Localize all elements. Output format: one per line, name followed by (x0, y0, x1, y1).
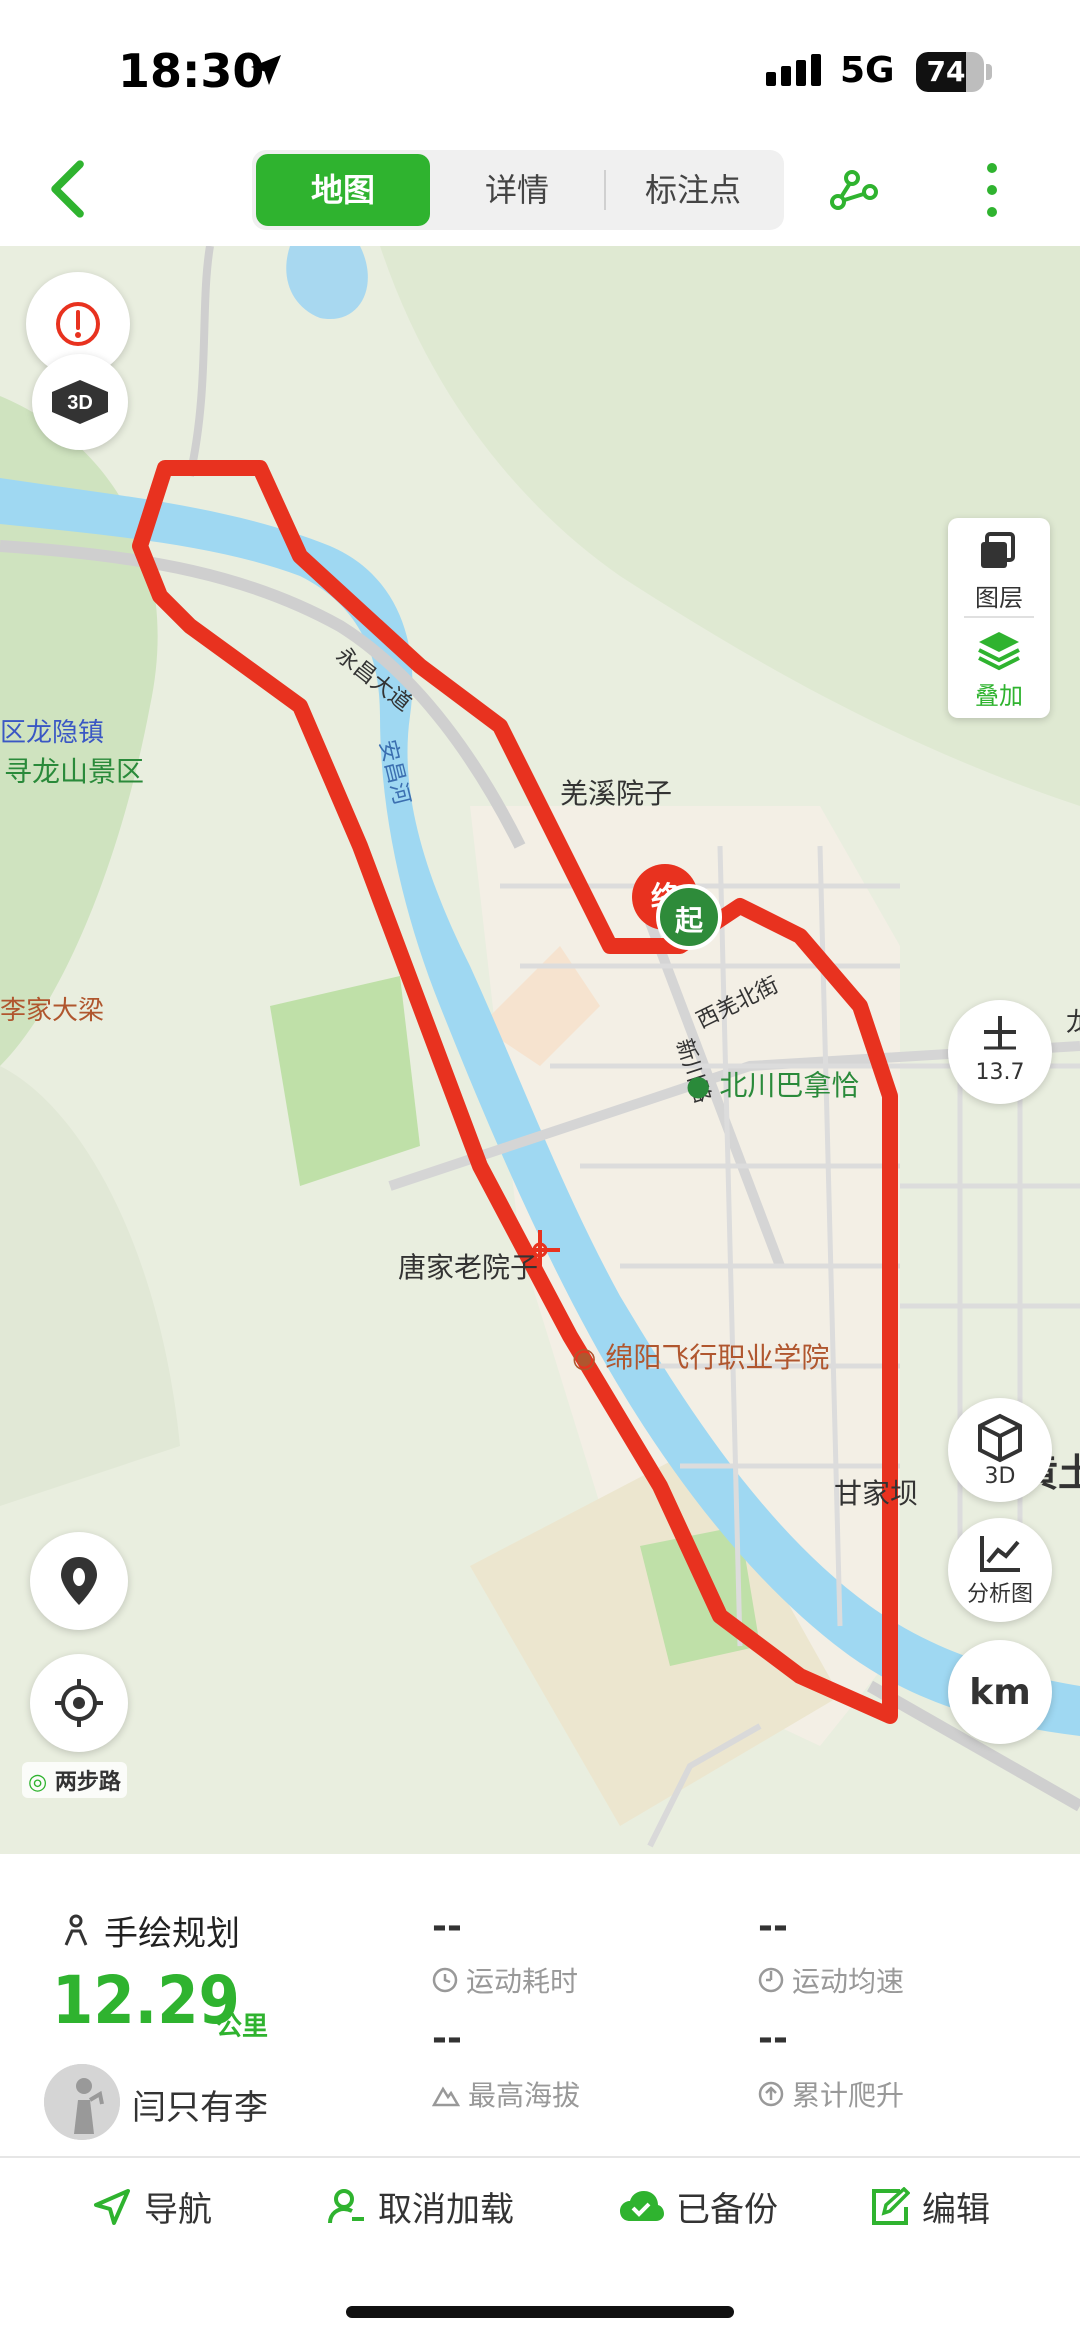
cloud-check-icon (620, 2190, 664, 2221)
clock: 18:30 (118, 44, 265, 98)
zoom-level: 13.7 (975, 1060, 1025, 1085)
analysis-chart-button[interactable]: 分析图 (948, 1518, 1052, 1622)
poi-market-text: 北川巴拿恰 (719, 1069, 860, 1102)
brand-logo-icon: ◎ (28, 1770, 48, 1795)
map-label-poi-market: ● 北川巴拿恰 (686, 1069, 860, 1102)
map-label-poi-academy: ◉ 绵阳飞行职业学院 (572, 1341, 830, 1374)
speedometer-icon (758, 1967, 784, 1993)
edit-pencil-icon (872, 2186, 910, 2225)
more-vertical-icon[interactable] (980, 160, 1004, 220)
stat-altitude-label: 最高海拔 (468, 2079, 581, 2112)
stat-speed-label: 运动均速 (792, 1965, 905, 1998)
map-layers-panel: 图层 叠加 (948, 518, 1050, 718)
overlay-button[interactable]: 叠加 (948, 628, 1050, 711)
layers-button[interactable]: 图层 (948, 530, 1050, 613)
backup-status-label: 已备份 (676, 2190, 778, 2230)
layers-label: 图层 (975, 584, 1023, 612)
analysis-chart-label: 分析图 (966, 1582, 1033, 1607)
unload-track-button[interactable]: 取消加载 (326, 2182, 514, 2231)
navigate-button[interactable]: 导航 (92, 2182, 212, 2231)
zoom-plus-icon (984, 1016, 1016, 1050)
three-d-view-button[interactable]: 3D (32, 354, 128, 450)
zoom-button[interactable]: 13.7 (948, 1000, 1052, 1104)
unit-label: km (969, 1671, 1031, 1713)
tab-details[interactable]: 详情 (430, 154, 604, 226)
edit-button[interactable]: 编辑 (870, 2182, 990, 2231)
network-type: 5G (840, 50, 895, 91)
back-chevron-icon[interactable] (40, 158, 92, 220)
start-marker[interactable]: 起 (656, 884, 722, 950)
backup-status-button[interactable]: 已备份 (618, 2182, 778, 2231)
stat-climb-label: 累计爬升 (792, 2079, 905, 2112)
plan-type: 手绘规划 (58, 1906, 240, 1955)
track-distance: 12.29 (52, 1962, 240, 2039)
climb-up-icon (758, 2081, 784, 2107)
stat-speed-value: -- (758, 1906, 788, 1947)
map-label-scenic: 寻龙山景区 (4, 755, 145, 788)
unit-toggle-button[interactable]: km (948, 1640, 1052, 1744)
avatar[interactable] (44, 2064, 120, 2140)
stat-altitude: 最高海拔 (432, 2074, 580, 2114)
stat-speed: 运动均速 (758, 1960, 904, 2000)
battery-icon: 74 (916, 52, 984, 92)
map-label-edge: 龙 (1066, 1008, 1080, 1038)
map-label-town: 区龙隐镇 (0, 718, 105, 748)
overlay-stack-icon (978, 632, 1020, 671)
clock-icon (432, 1967, 458, 1993)
distance-unit: 公里 (216, 2012, 269, 2042)
tab-map[interactable]: 地图 (256, 154, 430, 226)
plan-type-label: 手绘规划 (104, 1914, 240, 1954)
stat-duration-value: -- (432, 1906, 462, 1947)
stat-duration-label: 运动耗时 (466, 1965, 579, 1998)
map-canvas (0, 246, 1080, 1854)
mountain-peak-icon (432, 2086, 460, 2107)
stat-altitude-value: -- (432, 2018, 462, 2059)
author-name[interactable]: 闫只有李 (132, 2080, 268, 2129)
status-bar: 18:30 5G 74 (0, 0, 1080, 140)
overlay-label: 叠加 (975, 682, 1023, 710)
map-label-village: 羌溪院子 (560, 777, 673, 810)
avatar-hiker-image (44, 2064, 120, 2140)
locate-me-button[interactable] (30, 1654, 128, 1752)
layer-panel-divider (964, 616, 1034, 618)
three-d-terrain-button[interactable]: 3D (948, 1398, 1052, 1502)
route-nodes-icon[interactable] (826, 162, 882, 218)
poi-academy-text: 绵阳飞行职业学院 (605, 1341, 830, 1374)
tab-markers[interactable]: 标注点 (606, 154, 780, 226)
panel-divider (0, 2156, 1080, 2158)
navigation-arrow-icon (94, 2188, 130, 2225)
map-label-village-li: 李家大梁 (0, 996, 105, 1026)
map-label-village-tang: 唐家老院子 (398, 1251, 539, 1284)
home-indicator (346, 2306, 734, 2318)
three-d-terrain-label: 3D (984, 1463, 1016, 1489)
footprint-pin-icon (61, 1557, 97, 1605)
brand-watermark: ◎ 两步路 (22, 1762, 127, 1798)
crosshair-locate-icon (55, 1679, 103, 1727)
battery-cap (986, 64, 992, 80)
map-view[interactable]: 区龙隐镇 寻龙山景区 羌溪院子 安昌河 永昌大道 西羌北街 新川路 ● 北川巴拿… (0, 246, 1080, 1854)
alert-icon (56, 302, 100, 346)
cube-icon (978, 1413, 1022, 1462)
stat-climb-value: -- (758, 2018, 788, 2059)
location-arrow-icon (251, 55, 281, 85)
edit-label: 编辑 (922, 2190, 990, 2230)
map-label-bottom-village: 甘家坝 (834, 1477, 919, 1510)
battery-percent: 74 (926, 55, 966, 88)
person-remove-icon (328, 2188, 364, 2223)
view-tabs: 地图 详情 标注点 (252, 150, 784, 230)
stat-climb: 累计爬升 (758, 2074, 904, 2114)
footprint-button[interactable] (30, 1532, 128, 1630)
three-d-icon: 3D (52, 380, 108, 424)
cellular-signal-icon (766, 54, 821, 86)
layers-icon (981, 532, 1015, 568)
chart-line-icon (980, 1536, 1020, 1572)
svg-text:3D: 3D (67, 392, 93, 414)
brand-name: 两步路 (54, 1770, 121, 1795)
stat-duration: 运动耗时 (432, 1960, 578, 2000)
unload-track-label: 取消加载 (378, 2190, 514, 2230)
navigate-label: 导航 (144, 2190, 212, 2230)
hiker-pen-icon (64, 1914, 88, 1946)
